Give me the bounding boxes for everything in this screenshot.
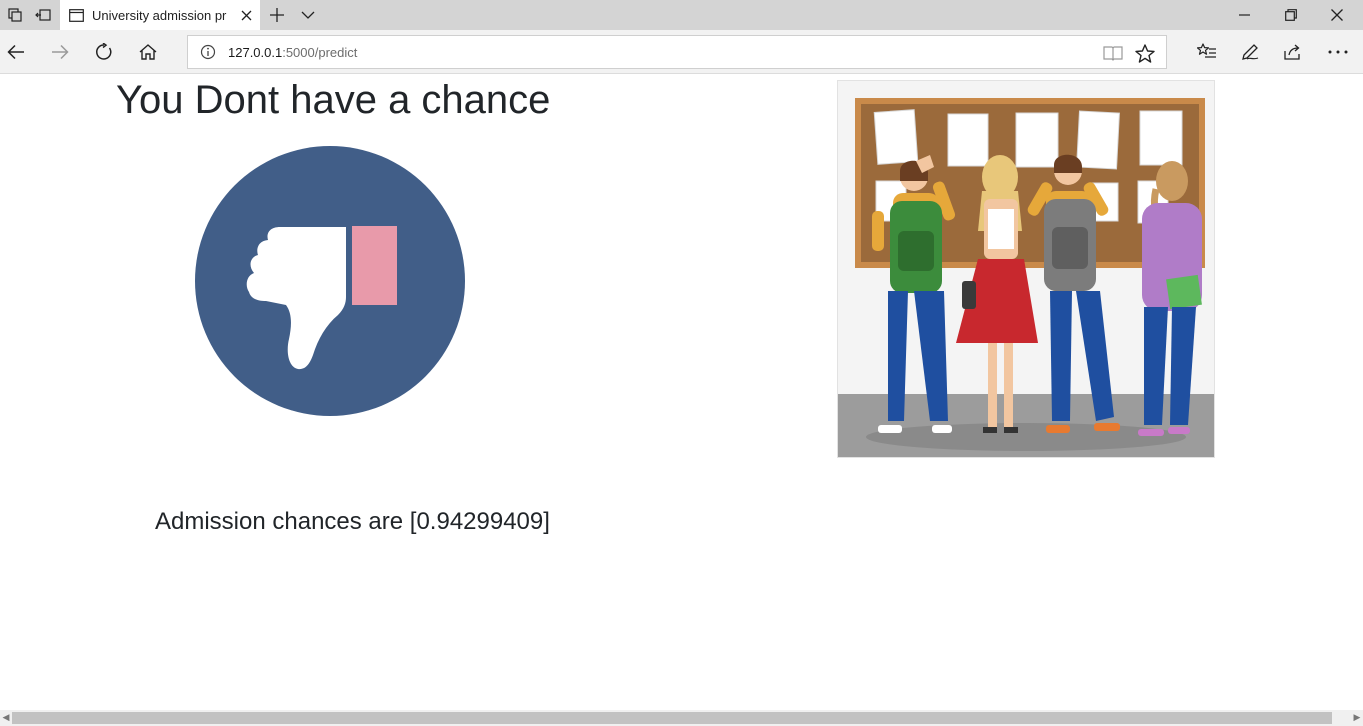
favorite-star-icon[interactable] [1134, 42, 1156, 64]
tab-sets-icon[interactable] [0, 0, 30, 30]
info-icon[interactable] [200, 44, 216, 60]
tabs-aside-icon[interactable] [28, 0, 58, 30]
chevron-down-icon[interactable] [293, 0, 323, 30]
more-options-icon[interactable] [1322, 37, 1354, 67]
horizontal-scrollbar[interactable]: ◀ ▶ [0, 710, 1363, 726]
plus-icon[interactable] [262, 0, 292, 30]
restore-icon[interactable] [1268, 0, 1314, 30]
favorites-list-icon[interactable] [1191, 37, 1223, 67]
page-title: You Dont have a chance [116, 78, 551, 122]
reading-view-icon[interactable] [1102, 42, 1124, 64]
url-host: 127.0.0.1 [228, 45, 283, 60]
url-text[interactable]: 127.0.0.1:5000/predict [228, 45, 357, 60]
close-icon[interactable] [1314, 0, 1360, 30]
refresh-icon[interactable] [88, 37, 120, 67]
share-icon[interactable] [1277, 37, 1309, 67]
thumbs-down-icon [194, 145, 466, 417]
admission-result-text: Admission chances are [0.94299409] [155, 508, 550, 535]
students-notice-board-illustration [837, 80, 1215, 458]
scroll-right-icon[interactable]: ▶ [1351, 710, 1363, 726]
pen-icon[interactable] [1234, 37, 1266, 67]
tab-title: University admission pr [92, 7, 227, 23]
navigation-bar: 127.0.0.1:5000/predict [0, 30, 1363, 74]
page-icon [68, 7, 84, 23]
title-bar: University admission pr [0, 0, 1363, 30]
forward-arrow-icon[interactable] [44, 37, 76, 67]
address-bar[interactable]: 127.0.0.1:5000/predict [187, 35, 1167, 69]
back-arrow-icon[interactable] [0, 37, 32, 67]
minimize-icon[interactable] [1222, 0, 1268, 30]
url-path: :5000/predict [282, 45, 358, 60]
home-icon[interactable] [132, 37, 164, 67]
scrollbar-thumb[interactable] [12, 712, 1332, 724]
scroll-left-icon[interactable]: ◀ [0, 710, 12, 726]
tab-close-icon[interactable] [238, 7, 254, 23]
page-content: You Dont have a chance Admission chances… [0, 75, 1363, 710]
tab-active[interactable]: University admission pr [60, 0, 260, 30]
